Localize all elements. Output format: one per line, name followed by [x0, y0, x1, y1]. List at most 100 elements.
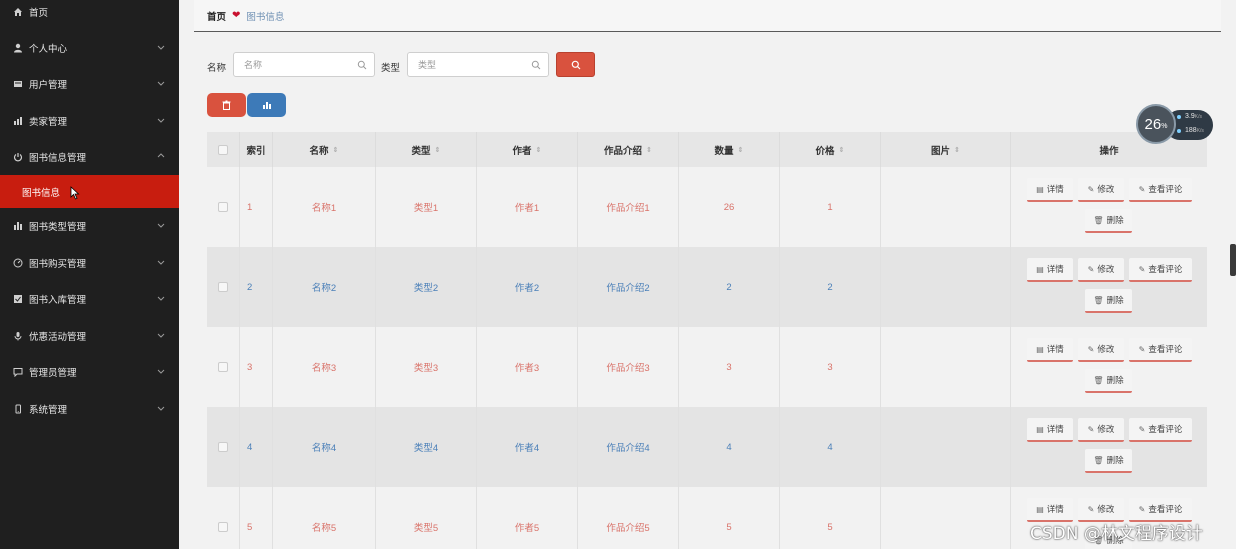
row-checkbox[interactable] [218, 522, 228, 532]
header-price[interactable]: 价格 ⇕ [780, 132, 881, 167]
view-comments-button[interactable]: ✎ 查看评论 [1129, 178, 1192, 202]
delete-button[interactable]: 🗑 删除 [1085, 289, 1132, 313]
header-checkbox-cell[interactable] [207, 132, 240, 167]
cell-price: 2 [780, 247, 881, 327]
sidebar-item-book-info-management[interactable]: 图书信息管理 [0, 139, 179, 175]
name-search-input[interactable]: 名称 [233, 52, 375, 77]
header-index: 索引 [240, 132, 273, 167]
cell-intro: 作品介绍5 [578, 487, 679, 549]
view-comments-button[interactable]: ✎ 查看评论 [1129, 418, 1192, 442]
sidebar-item-personal-center[interactable]: 个人中心 [0, 30, 179, 66]
cell-quantity: 5 [679, 487, 780, 549]
type-search-input[interactable]: 类型 [407, 52, 549, 77]
edit-button[interactable]: ✎ 修改 [1078, 258, 1124, 282]
gauge-icon [12, 257, 24, 269]
sort-icon[interactable]: ⇕ [839, 146, 845, 154]
cell-author: 作者1 [477, 167, 578, 247]
header-author[interactable]: 作者 ⇕ [477, 132, 578, 167]
sort-icon[interactable]: ⇕ [646, 146, 652, 154]
delete-button[interactable]: 🗑 删除 [1085, 449, 1132, 473]
header-name[interactable]: 名称 ⇕ [273, 132, 376, 167]
phone-icon [12, 403, 24, 415]
cell-index: 3 [240, 327, 273, 407]
view-comments-button[interactable]: ✎ 查看评论 [1129, 258, 1192, 282]
chevron-down-icon [157, 221, 165, 229]
user-icon [12, 42, 24, 54]
header-quantity[interactable]: 数量 ⇕ [679, 132, 780, 167]
edit-button[interactable]: ✎ 修改 [1078, 418, 1124, 442]
trash-icon: 🗑 [1093, 215, 1104, 225]
select-all-checkbox[interactable] [218, 144, 228, 155]
edit-icon: ✎ [1138, 504, 1146, 514]
sidebar-item-book-purchase-management[interactable]: 图书购买管理 [0, 245, 179, 281]
breadcrumb-home[interactable]: 首页 [207, 9, 226, 23]
header-image[interactable]: 图片 ⇕ [881, 132, 1011, 167]
batch-delete-button[interactable] [207, 93, 246, 117]
sidebar-item-label: 个人中心 [29, 44, 68, 55]
row-checkbox[interactable] [218, 362, 228, 372]
chevron-down-icon [157, 331, 165, 339]
header-intro[interactable]: 作品介绍 ⇕ [578, 132, 679, 167]
cell-quantity: 3 [679, 327, 780, 407]
edit-icon: ✎ [1087, 504, 1095, 514]
breadcrumb-current: 图书信息 [246, 11, 285, 23]
detail-button[interactable]: ▤ 详情 [1027, 338, 1073, 362]
cell-price: 3 [780, 327, 881, 407]
trash-icon [222, 100, 231, 110]
detail-button[interactable]: ▤ 详情 [1027, 178, 1073, 202]
table-row: 3 名称3 类型3 作者3 作品介绍3 3 3 ▤ 详情 ✎ 修改 ✎ 查看评论 🗑 删… [207, 327, 1207, 407]
edit-button[interactable]: ✎ 修改 [1078, 178, 1124, 202]
sidebar-item-seller-management[interactable]: 卖家管理 [0, 103, 179, 139]
sidebar-item-book-stock-management[interactable]: 图书入库管理 [0, 281, 179, 317]
sidebar-item-user-management[interactable]: 用户管理 [0, 66, 179, 102]
sidebar-item-label: 优惠活动管理 [29, 332, 87, 343]
cell-name: 名称1 [273, 167, 376, 247]
cell-intro: 作品介绍4 [578, 407, 679, 487]
name-placeholder: 名称 [244, 60, 263, 70]
header-type[interactable]: 类型 ⇕ [376, 132, 477, 167]
row-checkbox[interactable] [218, 202, 228, 212]
sidebar-item-home[interactable]: 首页 [0, 0, 179, 30]
home-icon [12, 6, 24, 18]
delete-button[interactable]: 🗑 删除 [1085, 209, 1132, 233]
sort-icon[interactable]: ⇕ [738, 146, 744, 154]
cell-index: 2 [240, 247, 273, 327]
message-icon [12, 366, 24, 378]
row-checkbox[interactable] [218, 442, 228, 452]
cell-name: 名称5 [273, 487, 376, 549]
sidebar-item-book-type-management[interactable]: 图书类型管理 [0, 208, 179, 244]
document-icon: ▤ [1036, 184, 1044, 194]
sidebar-subitem-book-info[interactable]: 图书信息 [0, 175, 179, 208]
scrollbar[interactable] [1230, 244, 1236, 276]
inbox-icon [12, 293, 24, 305]
sort-icon[interactable]: ⇕ [435, 146, 441, 154]
cell-intro: 作品介绍2 [578, 247, 679, 327]
view-comments-button[interactable]: ✎ 查看评论 [1129, 338, 1192, 362]
table-row: 2 名称2 类型2 作者2 作品介绍2 2 2 ▤ 详情 ✎ 修改 ✎ 查看评论 🗑 删… [207, 247, 1207, 327]
sort-icon[interactable]: ⇕ [536, 146, 542, 154]
statistics-button[interactable] [247, 93, 286, 117]
trash-icon: 🗑 [1093, 375, 1104, 385]
search-button[interactable] [556, 52, 595, 77]
cell-author: 作者3 [477, 327, 578, 407]
row-checkbox[interactable] [218, 282, 228, 292]
bar-chart-icon [12, 220, 24, 232]
cell-price: 5 [780, 487, 881, 549]
detail-button[interactable]: ▤ 详情 [1027, 418, 1073, 442]
sidebar: 首页 个人中心 用户管理 卖家管理 图书信息管理 图书信息 图书类型管理 图书购… [0, 0, 179, 549]
sort-icon[interactable]: ⇕ [333, 146, 339, 154]
sidebar-item-label: 图书入库管理 [29, 295, 87, 306]
edit-icon: ✎ [1138, 424, 1146, 434]
cell-index: 1 [240, 167, 273, 247]
sidebar-item-system-management[interactable]: 系统管理 [0, 391, 179, 427]
sidebar-item-promotion-management[interactable]: 优惠活动管理 [0, 318, 179, 354]
sort-icon[interactable]: ⇕ [954, 146, 960, 154]
sidebar-item-admin-management[interactable]: 管理员管理 [0, 354, 179, 390]
delete-button[interactable]: 🗑 删除 [1085, 369, 1132, 393]
cpu-usage-gauge[interactable]: 26% [1136, 104, 1176, 144]
edit-button[interactable]: ✎ 修改 [1078, 338, 1124, 362]
chevron-down-icon [157, 294, 165, 302]
detail-button[interactable]: ▤ 详情 [1027, 258, 1073, 282]
cell-type: 类型2 [376, 247, 477, 327]
edit-icon: ✎ [1138, 184, 1146, 194]
